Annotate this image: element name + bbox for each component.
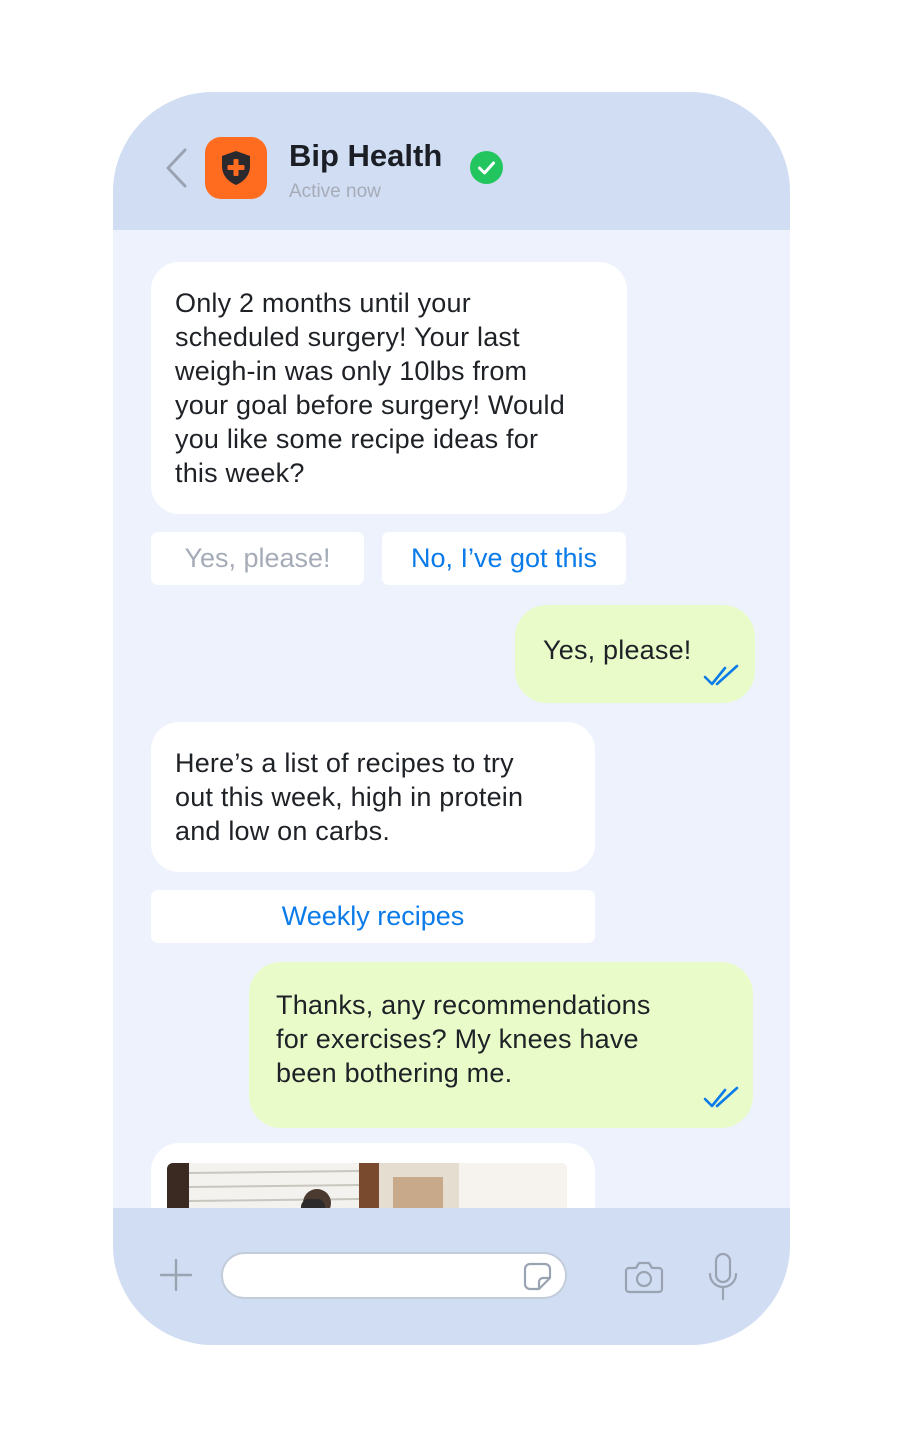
message-input[interactable] — [221, 1252, 567, 1299]
message-text: Yes, please! — [543, 635, 692, 665]
message-line: for exercises? My knees have — [276, 1024, 639, 1054]
shield-plus-icon — [222, 151, 250, 185]
phone-frame: Bip Health Active now Only 2 months unti… — [113, 92, 790, 1345]
bot-message: Only 2 months until your scheduled surge… — [151, 262, 627, 514]
bot-media-message[interactable] — [151, 1143, 595, 1208]
sticker-icon[interactable] — [523, 1262, 552, 1291]
microphone-icon[interactable] — [707, 1252, 739, 1302]
contact-name: Bip Health — [289, 138, 443, 173]
message-line: this week? — [175, 458, 305, 488]
message-line: weigh-in was only 10lbs from — [175, 356, 528, 386]
camera-icon[interactable] — [624, 1260, 664, 1294]
user-message: Yes, please! — [515, 605, 755, 703]
composer-bar — [113, 1208, 790, 1345]
message-line: and low on carbs. — [175, 816, 391, 846]
message-line: Thanks, any recommendations — [276, 990, 651, 1020]
plus-icon[interactable] — [159, 1258, 193, 1292]
message-line: Here’s a list of recipes to try — [175, 748, 514, 778]
double-check-icon — [703, 664, 739, 686]
bot-message: Here’s a list of recipes to try out this… — [151, 722, 595, 872]
message-line: out this week, high in protein — [175, 782, 524, 812]
quick-reply-yes-button[interactable]: Yes, please! — [151, 532, 364, 585]
quick-reply-no-button[interactable]: No, I’ve got this — [382, 532, 626, 585]
exercise-photo[interactable] — [167, 1163, 567, 1208]
double-check-icon — [703, 1086, 739, 1108]
message-list[interactable]: Only 2 months until your scheduled surge… — [113, 230, 790, 1208]
message-line: been bothering me. — [276, 1058, 513, 1088]
weekly-recipes-button[interactable]: Weekly recipes — [151, 890, 595, 943]
message-line: your goal before surgery! Would — [175, 390, 565, 420]
avatar[interactable] — [205, 137, 267, 199]
message-line: you like some recipe ideas for — [175, 424, 539, 454]
chat-header: Bip Health Active now — [113, 92, 790, 230]
presence-status: Active now — [289, 181, 381, 202]
user-message: Thanks, any recommendations for exercise… — [249, 962, 753, 1128]
message-line: Only 2 months until your — [175, 288, 471, 318]
chevron-left-icon[interactable] — [163, 146, 189, 190]
message-line: scheduled surgery! Your last — [175, 322, 520, 352]
check-circle-icon — [470, 151, 503, 184]
